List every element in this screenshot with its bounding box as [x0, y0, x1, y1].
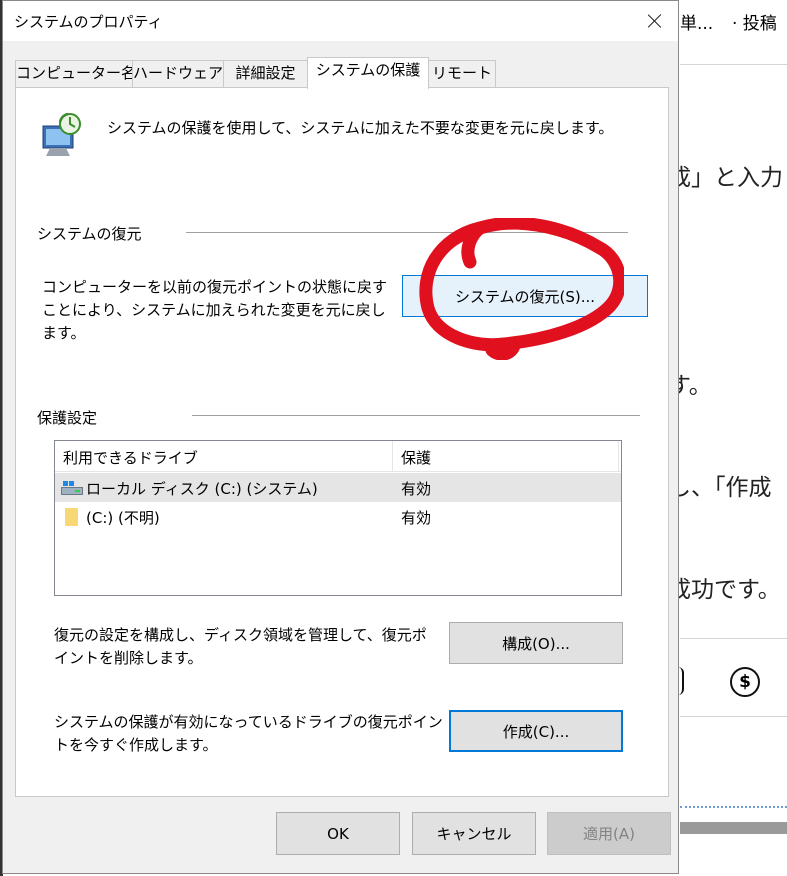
system-restore-button[interactable]: システムの復元(S)... — [402, 275, 648, 317]
column-header-drive[interactable]: 利用できるドライブ — [63, 447, 198, 468]
background-text-line: 成」と入力 — [668, 165, 783, 191]
dialog-title: システムのプロパティ — [14, 13, 163, 31]
configure-description: 復元の設定を構成し、ディスク領域を管理して、復元ポイントを削除します。 — [54, 626, 427, 667]
background-text-line: 成功です。 — [668, 577, 781, 603]
background-topbar: 単... · 投稿 — [680, 0, 787, 40]
system-protection-icon — [42, 112, 81, 156]
protection-group-label: 保護設定 — [37, 409, 98, 427]
configure-button[interactable]: 構成(O)... — [449, 622, 623, 664]
tab-computer-name[interactable]: コンピューター名 — [15, 60, 136, 87]
restore-group-line — [186, 232, 628, 233]
background-gray-band — [680, 822, 787, 834]
background-divider — [680, 64, 787, 65]
system-properties-dialog: システムのプロパティ コンピューター名 ハードウェア 詳細設定 システムの保護 … — [2, 0, 679, 874]
restore-group-label: システムの復元 — [37, 225, 142, 243]
drive-list-header: 利用できるドライブ 保護 — [55, 441, 621, 472]
background-divider — [680, 638, 787, 639]
background-dotted-line — [680, 806, 787, 808]
protection-status: 有効 — [401, 509, 432, 527]
drive-list[interactable]: 利用できるドライブ 保護 ローカル ディスク (C:) (システム) 有効 (C… — [54, 440, 622, 596]
apply-button[interactable]: 適用(A) — [547, 812, 671, 855]
drive-icon — [61, 481, 83, 495]
tab-advanced[interactable]: 詳細設定 — [223, 60, 308, 87]
table-row[interactable]: ローカル ディスク (C:) (システム) 有効 — [55, 473, 621, 502]
ok-button[interactable]: OK — [276, 812, 400, 855]
tab-hardware[interactable]: ハードウェア — [132, 60, 224, 87]
background-topbar-left: 単... — [680, 14, 714, 34]
drive-name: ローカル ディスク (C:) (システム) — [86, 480, 318, 498]
folder-icon — [65, 508, 78, 526]
background-text-line: し、「作成 — [668, 475, 772, 501]
drive-name: (C:) (不明) — [86, 509, 160, 527]
create-description: システムの保護が有効になっているドライブの復元ポイントを今すぐ作成します。 — [54, 713, 443, 754]
close-icon[interactable] — [632, 1, 678, 41]
restore-description: コンピューターを以前の復元ポイントの状態に戻すことにより、システムに加えられた変… — [42, 278, 388, 342]
tab-panel: システムの保護を使用して、システムに加えた不要な変更を元に戻します。 システムの… — [15, 87, 669, 797]
create-button[interactable]: 作成(C)... — [449, 710, 623, 752]
dollar-icon[interactable]: $ — [730, 667, 760, 697]
background-divider — [680, 716, 787, 717]
tab-system-protection[interactable]: システムの保護 — [307, 57, 429, 89]
title-bar[interactable]: システムのプロパティ — [3, 1, 678, 41]
column-separator[interactable] — [618, 441, 619, 471]
protection-status: 有効 — [401, 480, 432, 498]
intro-text: システムの保護を使用して、システムに加えた不要な変更を元に戻します。 — [107, 119, 614, 137]
column-header-protection[interactable]: 保護 — [401, 447, 431, 468]
tab-remote[interactable]: リモート — [428, 60, 496, 87]
protection-group-line — [192, 415, 640, 416]
background-topbar-right[interactable]: · 投稿 — [732, 9, 777, 34]
column-separator[interactable] — [392, 441, 393, 471]
cancel-button[interactable]: キャンセル — [412, 812, 536, 855]
table-row[interactable]: (C:) (不明) 有効 — [55, 502, 621, 531]
